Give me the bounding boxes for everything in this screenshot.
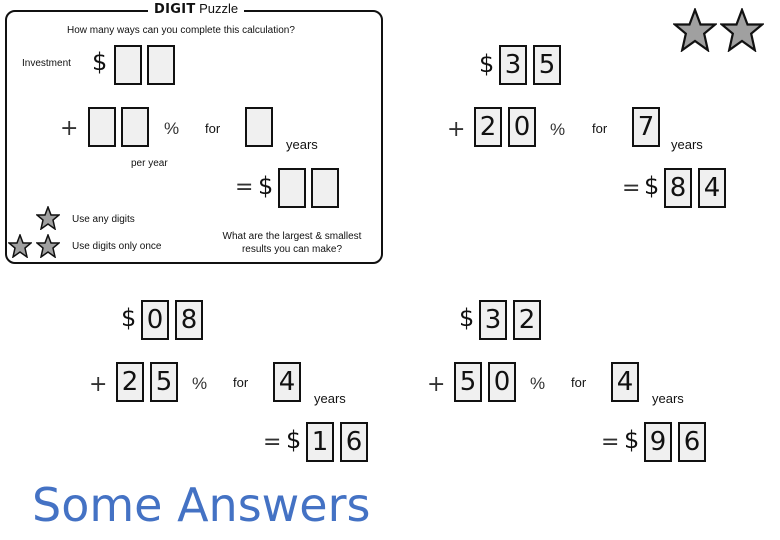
result-digit-box[interactable]	[278, 168, 306, 208]
years-label: years	[286, 137, 318, 152]
investment-digit: 8	[175, 300, 203, 340]
star-icon	[720, 8, 764, 52]
rate-digit: 2	[116, 362, 144, 402]
rate-digit: 2	[474, 107, 502, 147]
years-digit: 7	[632, 107, 660, 147]
star-icon	[673, 8, 717, 52]
plus-sign: +	[60, 116, 79, 141]
rate-digit-box[interactable]	[121, 107, 149, 147]
dollar-sign: $	[479, 50, 495, 78]
percent-sign: %	[192, 374, 208, 393]
plus-sign: +	[89, 372, 108, 397]
star-icon	[8, 234, 32, 258]
for-label: for	[592, 121, 608, 136]
plus-sign: +	[427, 372, 446, 397]
equals-sign: =	[622, 176, 641, 201]
years-digit-box[interactable]	[245, 107, 273, 147]
result-digit: 9	[644, 422, 672, 462]
result-digit: 6	[678, 422, 706, 462]
rule-digits-once: Use digits only once	[72, 241, 162, 252]
dollar-sign: $	[459, 304, 475, 332]
star-icon	[36, 206, 60, 230]
years-label: years	[671, 137, 703, 152]
plus-sign: +	[447, 117, 466, 142]
years-label: years	[314, 391, 346, 406]
investment-digit-box[interactable]	[114, 45, 142, 85]
investment-digit: 0	[141, 300, 169, 340]
percent-sign: %	[550, 120, 566, 139]
dollar-sign: $	[92, 48, 108, 76]
investment-digit: 5	[533, 45, 561, 85]
dollar-sign: $	[258, 172, 274, 200]
percent-sign: %	[530, 374, 546, 393]
result-digit-box[interactable]	[311, 168, 339, 208]
dollar-sign: $	[624, 426, 640, 454]
investment-digit: 2	[513, 300, 541, 340]
years-label: years	[652, 391, 684, 406]
for-label: for	[205, 121, 221, 136]
equals-sign: =	[601, 430, 620, 455]
rate-digit: 0	[488, 362, 516, 402]
investment-label: Investment	[22, 58, 71, 69]
per-year-label: per year	[131, 158, 168, 169]
for-label: for	[571, 375, 587, 390]
dollar-sign: $	[644, 172, 660, 200]
result-digit: 4	[698, 168, 726, 208]
dollar-sign: $	[121, 304, 137, 332]
rate-digit: 5	[454, 362, 482, 402]
rate-digit-box[interactable]	[88, 107, 116, 147]
puzzle-question: How many ways can you complete this calc…	[67, 25, 295, 36]
result-digit: 8	[664, 168, 692, 208]
result-digit: 6	[340, 422, 368, 462]
years-digit: 4	[611, 362, 639, 402]
rate-digit: 5	[150, 362, 178, 402]
rate-digit: 0	[508, 107, 536, 147]
investment-digit: 3	[479, 300, 507, 340]
puzzle-title: DIGIT Puzzle	[148, 1, 245, 17]
dollar-sign: $	[286, 426, 302, 454]
for-label: for	[233, 375, 249, 390]
percent-sign: %	[164, 119, 180, 138]
challenge-text: What are the largest & smallest results …	[222, 231, 362, 255]
investment-digit-box[interactable]	[147, 45, 175, 85]
years-digit: 4	[273, 362, 301, 402]
answers-heading: Some Answers	[32, 478, 371, 532]
star-icon	[36, 234, 60, 258]
equals-sign: =	[263, 430, 282, 455]
equals-sign: =	[235, 175, 254, 200]
investment-digit: 3	[499, 45, 527, 85]
rule-any-digits: Use any digits	[72, 214, 135, 225]
result-digit: 1	[306, 422, 334, 462]
